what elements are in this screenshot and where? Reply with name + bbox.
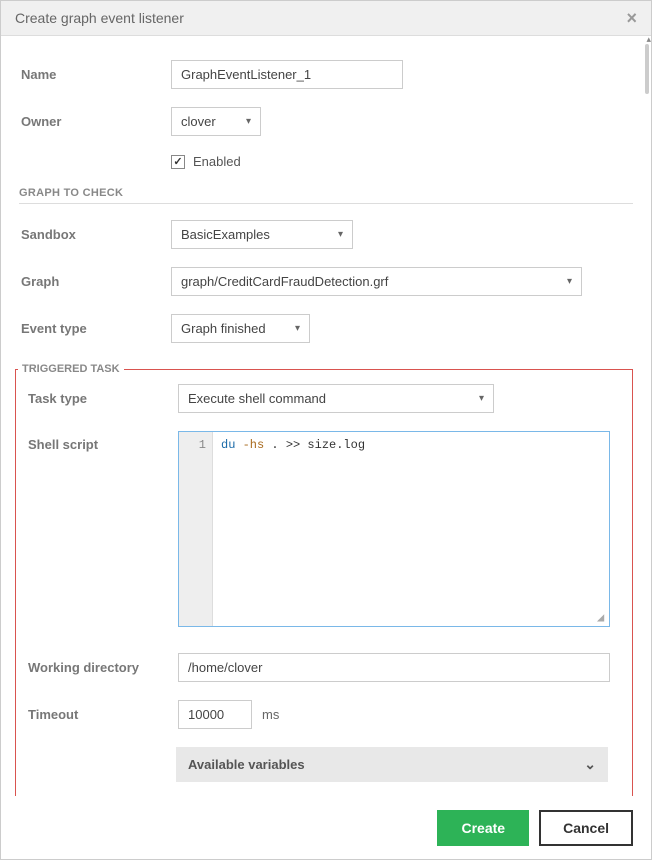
event-type-select[interactable]: Graph finished ▾	[171, 314, 310, 343]
code-arg: -hs	[243, 438, 265, 452]
available-variables-toggle[interactable]: Available variables ⌄	[176, 747, 608, 782]
section-graph-header: GRAPH TO CHECK	[19, 187, 633, 204]
code-rest: . >> size.log	[271, 438, 365, 452]
task-type-select[interactable]: Execute shell command ▾	[178, 384, 494, 413]
event-type-row: Event type Graph finished ▾	[19, 314, 633, 343]
available-variables-label: Available variables	[188, 757, 305, 772]
create-button[interactable]: Create	[437, 810, 529, 846]
sandbox-row: Sandbox BasicExamples ▾	[19, 220, 633, 249]
enabled-checkbox-group: Enabled	[171, 154, 241, 169]
event-type-label: Event type	[21, 321, 171, 336]
task-type-value: Execute shell command	[188, 391, 326, 406]
enabled-row: Enabled	[19, 154, 633, 169]
event-type-value: Graph finished	[181, 321, 266, 336]
line-number: 1	[179, 438, 206, 452]
graph-select[interactable]: graph/CreditCardFraudDetection.grf ▾	[171, 267, 582, 296]
script-label: Shell script	[28, 431, 178, 452]
script-row: Shell script 1 du -hs . >> size.log ◢	[26, 431, 622, 627]
chevron-down-icon: ⌄	[584, 756, 596, 773]
graph-value: graph/CreditCardFraudDetection.grf	[181, 274, 388, 289]
owner-value: clover	[181, 114, 216, 129]
code-area[interactable]: du -hs . >> size.log	[213, 432, 609, 626]
caret-down-icon: ▾	[246, 116, 251, 127]
name-input[interactable]	[171, 60, 403, 89]
caret-down-icon: ▾	[567, 276, 572, 287]
wd-label: Working directory	[28, 660, 178, 675]
caret-down-icon: ▾	[295, 323, 300, 334]
line-gutter: 1	[179, 432, 213, 626]
caret-down-icon: ▾	[479, 393, 484, 404]
timeout-input[interactable]	[178, 700, 252, 729]
sandbox-value: BasicExamples	[181, 227, 270, 242]
graph-label: Graph	[21, 274, 171, 289]
task-type-label: Task type	[28, 391, 178, 406]
triggered-task-section: TRIGGERED TASK Task type Execute shell c…	[15, 369, 633, 796]
code-command: du	[221, 438, 235, 452]
owner-select[interactable]: clover ▾	[171, 107, 261, 136]
dialog-footer: Create Cancel	[1, 796, 651, 860]
cancel-button[interactable]: Cancel	[539, 810, 633, 846]
dialog-body: ▴ Name Owner clover ▾ Enabled GRAPH TO C…	[1, 36, 651, 796]
sandbox-label: Sandbox	[21, 227, 171, 242]
enabled-checkbox[interactable]	[171, 155, 185, 169]
scroll-up-icon[interactable]: ▴	[646, 36, 651, 45]
caret-down-icon: ▾	[338, 229, 343, 240]
section-task-header: TRIGGERED TASK	[18, 363, 124, 375]
owner-label: Owner	[21, 114, 171, 129]
close-icon[interactable]: ×	[626, 9, 637, 27]
dialog-header: Create graph event listener ×	[1, 1, 651, 36]
timeout-label: Timeout	[28, 707, 178, 722]
timeout-unit: ms	[262, 707, 279, 722]
shell-script-editor[interactable]: 1 du -hs . >> size.log ◢	[178, 431, 610, 627]
timeout-row: Timeout ms	[26, 700, 622, 729]
name-row: Name	[19, 60, 633, 89]
resize-handle-icon[interactable]: ◢	[597, 614, 607, 624]
name-label: Name	[21, 67, 171, 82]
graph-row: Graph graph/CreditCardFraudDetection.grf…	[19, 267, 633, 296]
task-type-row: Task type Execute shell command ▾	[26, 384, 622, 413]
sandbox-select[interactable]: BasicExamples ▾	[171, 220, 353, 249]
dialog-title: Create graph event listener	[15, 10, 184, 26]
working-directory-input[interactable]	[178, 653, 610, 682]
enabled-label: Enabled	[193, 154, 241, 169]
wd-row: Working directory	[26, 653, 622, 682]
owner-row: Owner clover ▾	[19, 107, 633, 136]
